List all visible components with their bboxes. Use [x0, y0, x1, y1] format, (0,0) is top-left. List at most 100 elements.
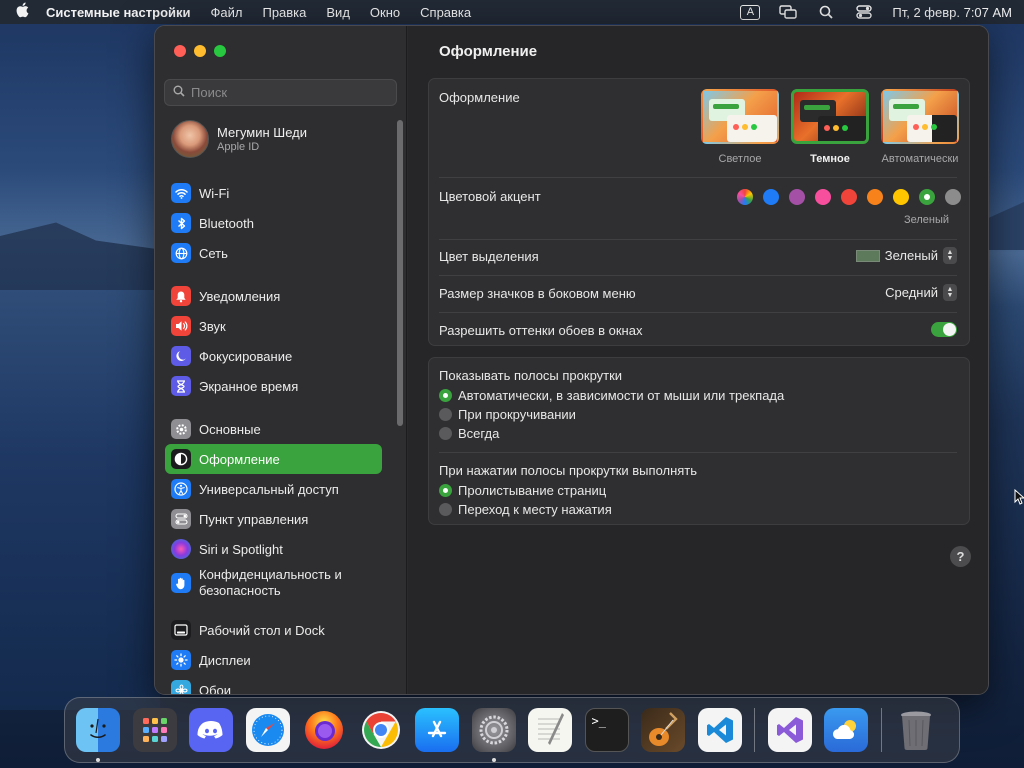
accent-blue[interactable] — [763, 189, 779, 205]
visual-studio-icon[interactable] — [767, 708, 812, 752]
accessibility-icon — [171, 479, 191, 499]
sidebar-item-privacy-security[interactable]: Конфиденциальность и безопасность — [165, 564, 382, 602]
sidebar-item-desktop-dock[interactable]: Рабочий стол и Dock — [165, 615, 382, 645]
trash-icon[interactable] — [894, 708, 938, 752]
wallpaper-tinting-toggle[interactable] — [931, 322, 957, 337]
appearance-option-auto[interactable]: Автоматически — [881, 89, 959, 165]
sidebar-item-sound[interactable]: Звук — [165, 311, 382, 341]
hourglass-icon — [171, 376, 191, 396]
menu-app-name[interactable]: Системные настройки — [46, 5, 191, 20]
sidebar-item-label: Основные — [199, 421, 261, 437]
search-input[interactable] — [191, 85, 381, 100]
accent-green[interactable] — [919, 189, 935, 205]
menu-help[interactable]: Справка — [420, 5, 471, 20]
radio-button[interactable] — [439, 503, 452, 516]
menu-file[interactable]: Файл — [211, 5, 243, 20]
zoom-button[interactable] — [214, 45, 226, 57]
accent-red[interactable] — [841, 189, 857, 205]
minimize-button[interactable] — [194, 45, 206, 57]
hand-icon — [171, 573, 191, 593]
finder-icon[interactable] — [76, 708, 120, 762]
sidebar-item-label: Фокусирование — [199, 348, 293, 364]
sidebar-item-label: Wi-Fi — [199, 185, 230, 201]
light-theme-thumbnail — [701, 89, 779, 144]
sidebar-item-network[interactable]: Сеть — [165, 238, 382, 268]
sidebar-item-label: Пункт управления — [199, 511, 309, 527]
apple-id-profile[interactable]: Мегумин Шеди Apple ID — [171, 120, 307, 158]
sidebar-item-displays[interactable]: Дисплеи — [165, 645, 382, 675]
accent-pink[interactable] — [815, 189, 831, 205]
sidebar-scrollbar[interactable] — [397, 120, 403, 426]
scrollbars-panel: Показывать полосы прокрутки Автоматическ… — [428, 357, 970, 525]
scrollbars-option-auto[interactable]: Автоматически, в зависимости от мыши или… — [439, 388, 784, 403]
scroll-click-option-page[interactable]: Пролистывание страниц — [439, 483, 606, 498]
scroll-click-option-jump[interactable]: Переход к месту нажатия — [439, 502, 612, 517]
radio-button[interactable] — [439, 389, 452, 402]
system-settings-icon[interactable] — [471, 708, 516, 762]
screen-mirroring-icon[interactable] — [778, 4, 798, 20]
help-button[interactable]: ? — [950, 546, 971, 567]
sidebar-item-label: Универсальный доступ — [199, 481, 339, 497]
close-button[interactable] — [174, 45, 186, 57]
sidebar: Мегумин Шеди Apple ID Wi-Fi Bluetooth — [155, 26, 407, 694]
sidebar-item-accessibility[interactable]: Универсальный доступ — [165, 474, 382, 504]
search-field[interactable] — [164, 79, 397, 106]
sidebar-item-wallpaper[interactable]: Обои — [165, 675, 382, 694]
radio-button[interactable] — [439, 484, 452, 497]
menu-clock[interactable]: Пт, 2 февр. 7:07 AM — [892, 5, 1012, 20]
appearance-icon — [171, 449, 191, 469]
menu-bar: Системные настройки Файл Правка Вид Окно… — [0, 0, 1024, 24]
accent-multicolor[interactable] — [737, 189, 753, 205]
launchpad-icon[interactable] — [132, 708, 177, 752]
radio-button[interactable] — [439, 408, 452, 421]
menu-view[interactable]: Вид — [326, 5, 350, 20]
sidebar-item-label: Звук — [199, 318, 226, 334]
accent-orange[interactable] — [867, 189, 883, 205]
accent-yellow[interactable] — [893, 189, 909, 205]
gear-icon — [171, 419, 191, 439]
appearance-option-light[interactable]: Светлое — [701, 89, 779, 165]
avatar — [171, 120, 209, 158]
accent-selected-name: Зеленый — [903, 214, 949, 226]
system-settings-window: Мегумин Шеди Apple ID Wi-Fi Bluetooth — [154, 25, 989, 695]
highlight-color-popup[interactable]: Зеленый ▲ ▼ — [855, 247, 957, 264]
bell-icon — [171, 286, 191, 306]
sidebar-item-wifi[interactable]: Wi-Fi — [165, 178, 382, 208]
sidebar-item-screen-time[interactable]: Экранное время — [165, 371, 382, 401]
weather-icon[interactable] — [824, 708, 868, 752]
menu-window[interactable]: Окно — [370, 5, 400, 20]
sidebar-item-control-center[interactable]: Пункт управления — [165, 504, 382, 534]
control-center-icon[interactable] — [854, 4, 874, 20]
sidebar-item-bluetooth[interactable]: Bluetooth — [165, 208, 382, 238]
sidebar-item-notifications[interactable]: Уведомления — [165, 281, 382, 311]
input-source-icon[interactable]: A — [740, 4, 761, 20]
sidebar-item-appearance[interactable]: Оформление — [165, 444, 382, 474]
sidebar-icon-size-popup[interactable]: Средний ▲ ▼ — [885, 284, 957, 301]
app-store-icon[interactable] — [415, 708, 459, 752]
radio-button[interactable] — [439, 427, 452, 440]
safari-icon[interactable] — [245, 708, 290, 752]
textedit-icon[interactable] — [528, 708, 572, 752]
discord-icon[interactable] — [189, 708, 233, 752]
appearance-option-label: Темное — [810, 153, 850, 165]
appearance-option-dark[interactable]: Темное — [791, 89, 869, 165]
accent-graphite[interactable] — [945, 189, 961, 205]
apple-icon[interactable] — [12, 2, 32, 22]
sidebar-item-focus[interactable]: Фокусирование — [165, 341, 382, 371]
mouse-cursor — [1014, 488, 1024, 510]
search-icon[interactable] — [816, 4, 836, 20]
menu-edit[interactable]: Правка — [262, 5, 306, 20]
terminal-icon[interactable]: >_ — [584, 708, 629, 752]
window-controls — [174, 45, 226, 57]
sidebar-item-general[interactable]: Основные — [165, 414, 382, 444]
chrome-icon[interactable] — [359, 708, 403, 752]
garageband-icon[interactable] — [641, 708, 685, 752]
siri-icon — [171, 539, 191, 559]
vscode-icon[interactable] — [697, 708, 742, 752]
accent-purple[interactable] — [789, 189, 805, 205]
scrollbars-option-when-scrolling[interactable]: При прокручивании — [439, 407, 576, 422]
sidebar-item-siri-spotlight[interactable]: Siri и Spotlight — [165, 534, 382, 564]
firefox-icon[interactable] — [302, 708, 346, 752]
scrollbars-option-always[interactable]: Всегда — [439, 426, 499, 441]
dark-theme-thumbnail — [791, 89, 869, 144]
